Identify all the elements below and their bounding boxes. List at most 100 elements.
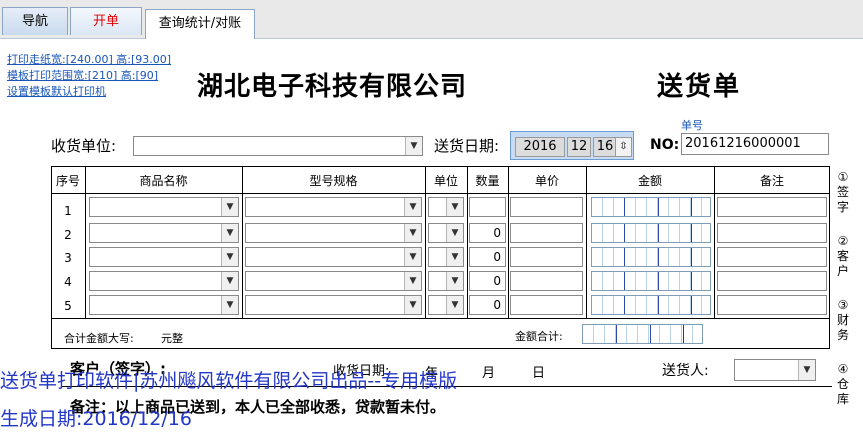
header-product: 商品名称 (139, 174, 188, 188)
number-field[interactable]: 20161216000001 (681, 133, 829, 155)
spec-select[interactable]: ▼ (245, 271, 422, 291)
sender-label: 送货人: (662, 363, 709, 379)
product-select[interactable]: ▼ (89, 271, 239, 291)
side-note-sign: ①签字 (836, 170, 849, 214)
total-upper-value: 元整 (161, 332, 183, 345)
side-note-finance: ③财务 (836, 298, 849, 342)
header-spec: 型号规格 (309, 174, 358, 188)
remark-input[interactable] (717, 271, 827, 291)
amount-grid[interactable] (591, 197, 711, 217)
remark-input[interactable] (717, 223, 827, 243)
chevron-down-icon: ▼ (404, 296, 421, 314)
remark-input[interactable] (717, 295, 827, 315)
row-number: 2 (64, 228, 72, 242)
receipt-day: 日 (532, 366, 546, 381)
unit-select[interactable]: ▼ (428, 247, 464, 267)
chevron-down-icon: ▼ (446, 248, 463, 266)
qty-input[interactable]: 0 (469, 247, 506, 267)
date-day[interactable]: 16 (593, 137, 617, 157)
receiver-label: 收货单位: (51, 137, 117, 155)
default-printer-link[interactable]: 设置模板默认打印机 (7, 83, 106, 99)
chevron-down-icon: ▼ (404, 272, 421, 290)
row-number: 3 (64, 251, 72, 265)
print-range-link[interactable]: 模板打印范围宽:[210] 高:[90] (7, 67, 158, 83)
remark-input[interactable] (717, 247, 827, 267)
total-label: 金额合计: (515, 330, 563, 343)
amount-grid[interactable] (591, 295, 711, 315)
spec-select[interactable]: ▼ (245, 295, 422, 315)
header-remark: 备注 (759, 174, 784, 188)
tab-query[interactable]: 查询统计/对账 (145, 9, 255, 39)
header-unit: 单位 (433, 174, 458, 188)
price-input[interactable] (510, 295, 583, 315)
amount-grid[interactable] (591, 271, 711, 291)
paper-size-link[interactable]: 打印走纸宽:[240.00] 高:[93.00] (7, 51, 171, 67)
spec-select[interactable]: ▼ (245, 197, 422, 217)
row-number: 4 (64, 275, 72, 289)
total-upper-label: 合计金额大写: (64, 332, 134, 345)
total-amount-grid[interactable] (582, 324, 703, 344)
chevron-down-icon: ▼ (221, 224, 238, 242)
tab-order[interactable]: 开单 (70, 7, 142, 35)
side-note-warehouse: ④仓库 (836, 362, 849, 406)
watermark-line-2: 生成日期:2016/12/16 (0, 408, 192, 430)
side-note-customer: ②客户 (836, 234, 849, 278)
qty-input[interactable]: 0 (469, 295, 506, 315)
amount-grid[interactable] (591, 223, 711, 243)
date-picker[interactable]: 2016 12 16 ⇳ (510, 131, 634, 160)
sender-select[interactable]: ▼ (734, 359, 816, 381)
remark-input[interactable] (717, 197, 827, 217)
chevron-down-icon: ▼ (404, 248, 421, 266)
chevron-down-icon: ▼ (404, 224, 421, 242)
header-price: 单价 (534, 174, 559, 188)
price-input[interactable] (510, 271, 583, 291)
unit-select[interactable]: ▼ (428, 223, 464, 243)
spinner-icon[interactable]: ⇳ (615, 137, 632, 157)
header-qty: 数量 (475, 174, 500, 188)
watermark-line-1: 送货单打印软件|苏州飚风软件有限公司出品--专用模版 (0, 370, 458, 392)
date-month[interactable]: 12 (567, 137, 591, 157)
header-amount: 金额 (637, 174, 662, 188)
chevron-down-icon: ▼ (446, 272, 463, 290)
receiver-select[interactable]: ▼ (133, 136, 423, 156)
chevron-down-icon: ▼ (221, 248, 238, 266)
receipt-month: 月 (482, 366, 496, 381)
chevron-down-icon: ▼ (221, 198, 238, 216)
product-select[interactable]: ▼ (89, 295, 239, 315)
row-number: 5 (64, 299, 72, 313)
tab-nav[interactable]: 导航 (2, 7, 68, 35)
chevron-down-icon: ▼ (446, 224, 463, 242)
date-year[interactable]: 2016 (515, 137, 565, 157)
number-label: NO: (650, 137, 680, 153)
chevron-down-icon: ▼ (798, 360, 815, 380)
price-input[interactable] (510, 247, 583, 267)
price-input[interactable] (510, 223, 583, 243)
unit-select[interactable]: ▼ (428, 271, 464, 291)
price-input[interactable] (510, 197, 583, 217)
row-number: 1 (64, 204, 72, 218)
chevron-down-icon: ▼ (404, 198, 421, 216)
row-divider (51, 193, 830, 194)
product-select[interactable]: ▼ (89, 247, 239, 267)
product-select[interactable]: ▼ (89, 197, 239, 217)
spec-select[interactable]: ▼ (245, 247, 422, 267)
chevron-down-icon: ▼ (446, 198, 463, 216)
qty-input[interactable]: 0 (469, 223, 506, 243)
qty-input[interactable] (469, 197, 506, 217)
header-index: 序号 (55, 174, 80, 188)
chevron-down-icon: ▼ (405, 137, 422, 155)
qty-input[interactable]: 0 (469, 271, 506, 291)
spec-select[interactable]: ▼ (245, 223, 422, 243)
amount-grid[interactable] (591, 247, 711, 267)
chevron-down-icon: ▼ (446, 296, 463, 314)
company-title: 湖北电子科技有限公司 (197, 72, 468, 102)
unit-select[interactable]: ▼ (428, 197, 464, 217)
tab-bar: 导航 开单 查询统计/对账 (0, 0, 863, 39)
product-select[interactable]: ▼ (89, 223, 239, 243)
date-label: 送货日期: (434, 137, 500, 155)
doc-title: 送货单 (657, 72, 742, 102)
chevron-down-icon: ▼ (221, 272, 238, 290)
number-caption: 单号 (681, 119, 703, 132)
chevron-down-icon: ▼ (221, 296, 238, 314)
unit-select[interactable]: ▼ (428, 295, 464, 315)
